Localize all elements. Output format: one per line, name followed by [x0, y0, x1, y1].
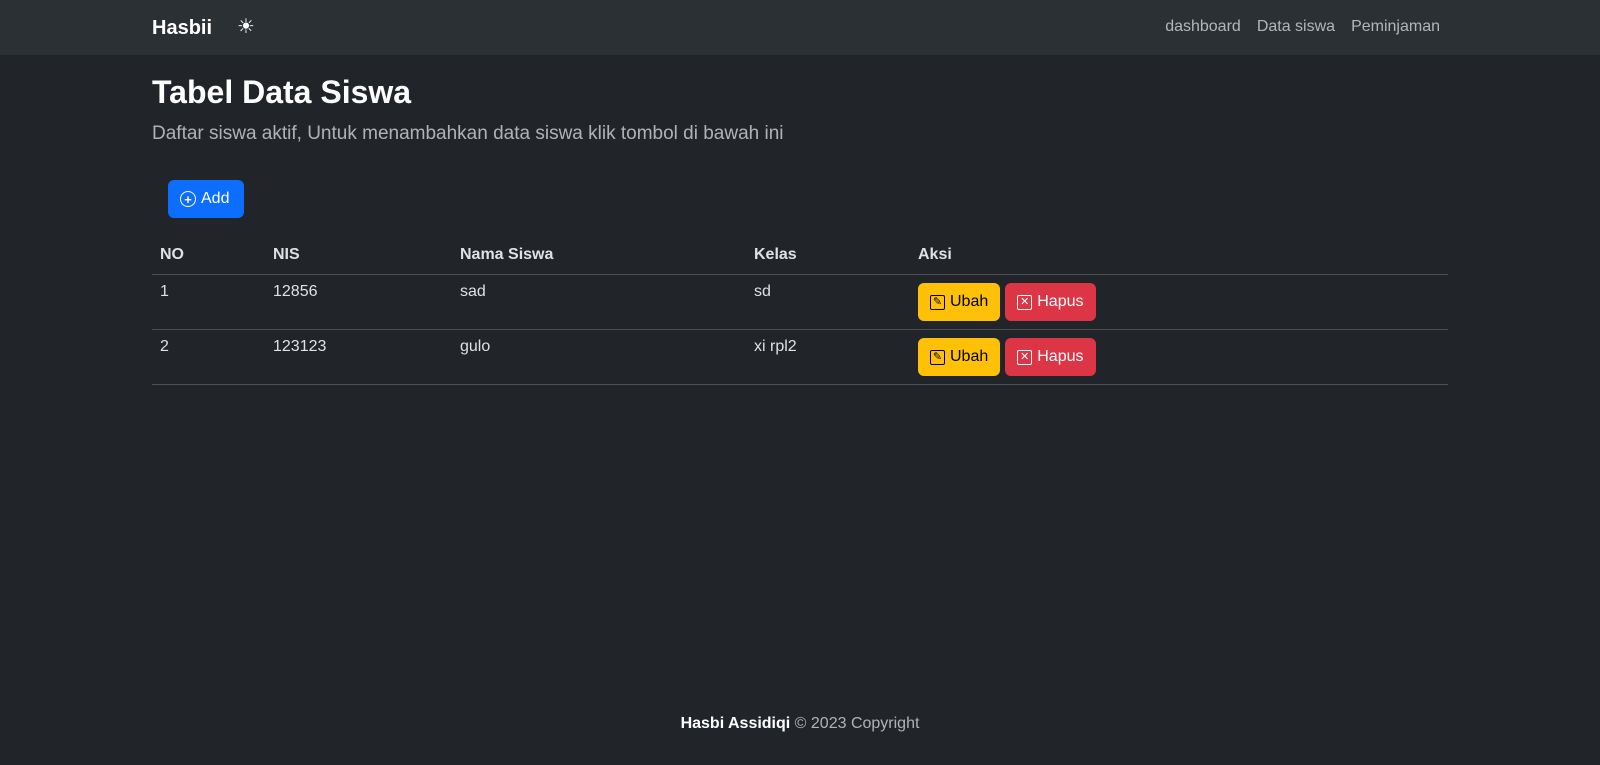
- cell-nis: 12856: [273, 283, 318, 300]
- cell-kelas: xi rpl2: [754, 338, 797, 355]
- add-button-label: Add: [201, 190, 230, 207]
- edit-button[interactable]: ✎ Ubah: [918, 283, 1001, 321]
- navbar: Hasbii ☀ dashboard Data siswa Peminjaman: [0, 0, 1600, 55]
- pencil-square-icon: ✎: [930, 349, 945, 365]
- row-actions: ✎ Ubah ✕ Hapus: [918, 338, 1096, 376]
- pencil-square-icon: ✎: [930, 294, 945, 310]
- plus-circle-icon: +: [180, 191, 196, 207]
- column-header-no: NO: [160, 246, 184, 263]
- x-square-icon: ✕: [1017, 349, 1033, 365]
- footer: Hasbi Assidiqi © 2023 Copyright: [0, 715, 1600, 733]
- table-row: 1 12856 sad sd ✎ Ubah ✕ Hapus: [152, 275, 1448, 330]
- cell-nis: 123123: [273, 338, 327, 355]
- nav-links: dashboard Data siswa Peminjaman: [1165, 18, 1440, 36]
- cell-nama: sad: [460, 283, 486, 300]
- add-button[interactable]: + Add: [168, 180, 244, 218]
- edit-button-label: Ubah: [950, 348, 989, 365]
- page-title: Tabel Data Siswa: [152, 74, 412, 110]
- footer-author: Hasbi Assidiqi: [680, 715, 791, 732]
- cell-no: 1: [160, 283, 169, 300]
- row-actions: ✎ Ubah ✕ Hapus: [918, 283, 1096, 321]
- table-header: NO NIS Nama Siswa Kelas Aksi: [152, 237, 1448, 275]
- table-row: 2 123123 gulo xi rpl2 ✎ Ubah ✕ Hapus: [152, 330, 1448, 385]
- sun-icon[interactable]: ☀: [237, 15, 255, 39]
- cell-kelas: sd: [754, 283, 771, 300]
- students-table: NO NIS Nama Siswa Kelas Aksi 1 12856 sad…: [152, 237, 1448, 385]
- nav-link-data-siswa[interactable]: Data siswa: [1257, 18, 1335, 36]
- delete-button[interactable]: ✕ Hapus: [1005, 338, 1096, 376]
- column-header-kelas: Kelas: [754, 246, 797, 263]
- edit-button-label: Ubah: [950, 293, 989, 310]
- column-header-aksi: Aksi: [918, 246, 952, 263]
- delete-button-label: Hapus: [1037, 348, 1084, 365]
- page-subtitle: Daftar siswa aktif, Untuk menambahkan da…: [152, 123, 784, 144]
- nav-link-dashboard[interactable]: dashboard: [1165, 18, 1241, 36]
- footer-copyright: © 2023 Copyright: [794, 715, 920, 732]
- edit-button[interactable]: ✎ Ubah: [918, 338, 1001, 376]
- navbar-brand[interactable]: Hasbii: [152, 17, 212, 40]
- nav-link-peminjaman[interactable]: Peminjaman: [1351, 18, 1440, 36]
- cell-nama: gulo: [460, 338, 491, 355]
- delete-button-label: Hapus: [1037, 293, 1084, 310]
- cell-no: 2: [160, 338, 169, 355]
- delete-button[interactable]: ✕ Hapus: [1005, 283, 1096, 321]
- column-header-nama: Nama Siswa: [460, 246, 554, 263]
- column-header-nis: NIS: [273, 246, 300, 263]
- x-square-icon: ✕: [1017, 294, 1033, 310]
